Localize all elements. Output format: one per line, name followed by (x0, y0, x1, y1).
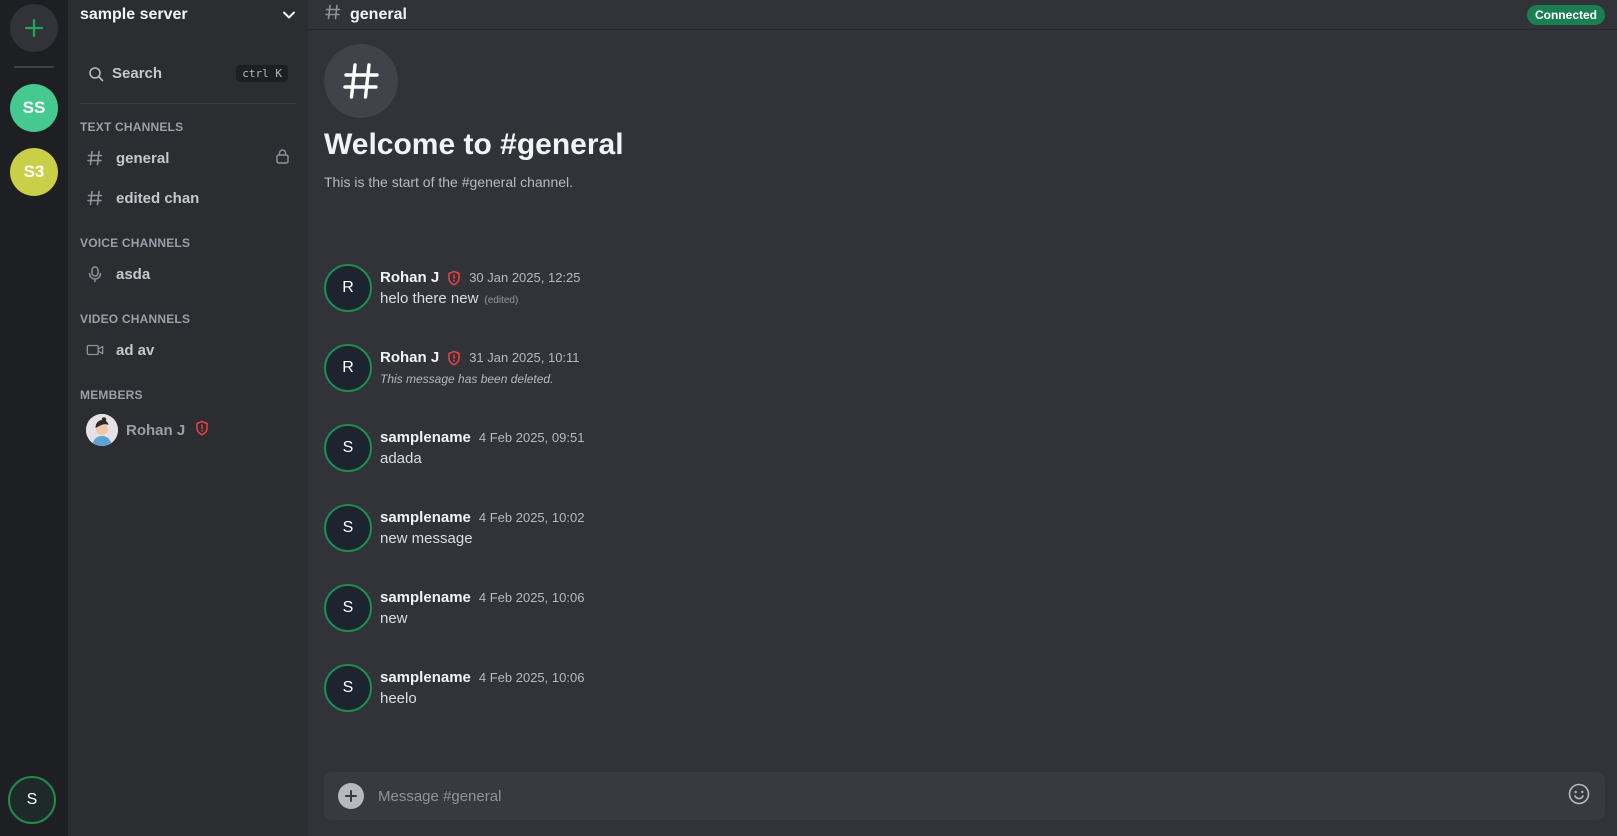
message-author[interactable]: Rohan J (380, 349, 439, 366)
message-text: heelo (380, 690, 417, 707)
member-avatar (86, 414, 118, 446)
message-timestamp: 4 Feb 2025, 10:06 (478, 670, 585, 685)
welcome-subtitle: This is the start of the #general channe… (324, 174, 574, 190)
user-avatar-button[interactable]: S (8, 776, 56, 824)
section-text-channels: TEXT CHANNELS (80, 120, 184, 134)
channel-sidebar: sample server Search ctrl K TEXT CHANNEL… (68, 0, 308, 836)
message-avatar[interactable]: S (324, 584, 372, 632)
message-composer (324, 772, 1605, 820)
message-timestamp: 4 Feb 2025, 10:02 (478, 510, 585, 525)
hash-icon (324, 3, 342, 26)
chat-main: general Connected Welcome to #general Th… (308, 0, 1617, 836)
section-voice-channels: VOICE CHANNELS (80, 236, 191, 250)
member-rohan-j[interactable]: Rohan J (76, 408, 300, 452)
message-timestamp: 4 Feb 2025, 10:06 (478, 590, 585, 605)
message-avatar[interactable]: R (324, 264, 372, 312)
message-text: helo there new (edited) (380, 290, 519, 307)
channel-label: edited chan (116, 189, 200, 207)
search-icon (89, 66, 104, 81)
rail-divider (14, 66, 54, 68)
channel-asda[interactable]: asda (76, 256, 300, 292)
add-server-button[interactable] (10, 4, 58, 52)
server-rail: SS S3 S (0, 0, 68, 836)
microphone-icon (86, 265, 104, 283)
server-icon-ss[interactable]: SS (10, 84, 58, 132)
message-timestamp: 4 Feb 2025, 09:51 (478, 430, 585, 445)
search-shortcut: ctrl K (236, 65, 288, 82)
message-timestamp: 30 Jan 2025, 12:25 (469, 270, 581, 285)
plus-icon (345, 790, 357, 802)
message-avatar[interactable]: R (324, 344, 372, 392)
smiley-icon[interactable] (1567, 782, 1591, 811)
welcome-section: Welcome to #general This is the start of… (308, 30, 1617, 190)
message-author[interactable]: samplename (380, 509, 471, 526)
shield-alert-icon (195, 420, 209, 441)
video-camera-icon (86, 341, 104, 359)
status-badge: Connected (1526, 5, 1605, 25)
lock-icon (275, 148, 290, 169)
app-root: SS S3 S sample server Search ctrl K TEXT… (0, 0, 1617, 836)
shield-alert-icon (447, 350, 461, 366)
message-text: adada (380, 450, 422, 467)
section-members: MEMBERS (80, 388, 143, 402)
attach-plus-button[interactable] (338, 783, 364, 809)
message-text-deleted: This message has been deleted. (380, 372, 554, 386)
message-input[interactable] (378, 787, 1567, 805)
server-icon-s3[interactable]: S3 (10, 148, 58, 196)
channel-title: general (350, 5, 407, 23)
server-header[interactable]: sample server (68, 0, 308, 30)
channel-general[interactable]: general (76, 140, 300, 176)
welcome-title: Welcome to #general (324, 128, 624, 161)
search-label: Search (112, 65, 163, 82)
channel-edited-chan[interactable]: edited chan (76, 180, 300, 216)
message-text: new message (380, 530, 473, 547)
message-item[interactable]: R Rohan J 30 Jan 2025, 12:25 helo there … (324, 264, 1601, 344)
message-text: new (380, 610, 408, 627)
message-author[interactable]: samplename (380, 669, 471, 686)
message-author[interactable]: samplename (380, 589, 471, 606)
shield-alert-icon (447, 270, 461, 286)
message-avatar[interactable]: S (324, 664, 372, 712)
message-item[interactable]: S samplename 4 Feb 2025, 10:06 new (324, 584, 1601, 664)
message-list: R Rohan J 30 Jan 2025, 12:25 helo there … (308, 264, 1617, 744)
channel-header: general Connected (308, 0, 1617, 30)
channel-label: ad av (116, 341, 155, 359)
message-item[interactable]: S samplename 4 Feb 2025, 09:51 adada (324, 424, 1601, 504)
message-timestamp: 31 Jan 2025, 10:11 (469, 350, 580, 365)
message-avatar[interactable]: S (324, 504, 372, 552)
channel-label: general (116, 149, 170, 167)
message-item[interactable]: R Rohan J 31 Jan 2025, 10:11 This messag… (324, 344, 1601, 424)
message-author[interactable]: samplename (380, 429, 471, 446)
server-name: sample server (80, 6, 188, 23)
message-item[interactable]: S samplename 4 Feb 2025, 10:02 new messa… (324, 504, 1601, 584)
message-item[interactable]: S samplename 4 Feb 2025, 10:06 heelo (324, 664, 1601, 744)
channel-label: asda (116, 265, 151, 283)
member-name: Rohan J (126, 421, 186, 439)
search-button[interactable]: Search ctrl K (80, 48, 296, 104)
message-avatar[interactable]: S (324, 424, 372, 472)
welcome-hash-icon (324, 44, 398, 118)
chevron-down-icon (283, 11, 295, 19)
channel-ad-av[interactable]: ad av (76, 332, 300, 368)
hash-icon (86, 149, 104, 167)
hash-icon (86, 189, 104, 207)
edited-tag: (edited) (484, 295, 519, 306)
message-author[interactable]: Rohan J (380, 269, 439, 286)
section-video-channels: VIDEO CHANNELS (80, 312, 191, 326)
plus-icon (24, 18, 44, 38)
